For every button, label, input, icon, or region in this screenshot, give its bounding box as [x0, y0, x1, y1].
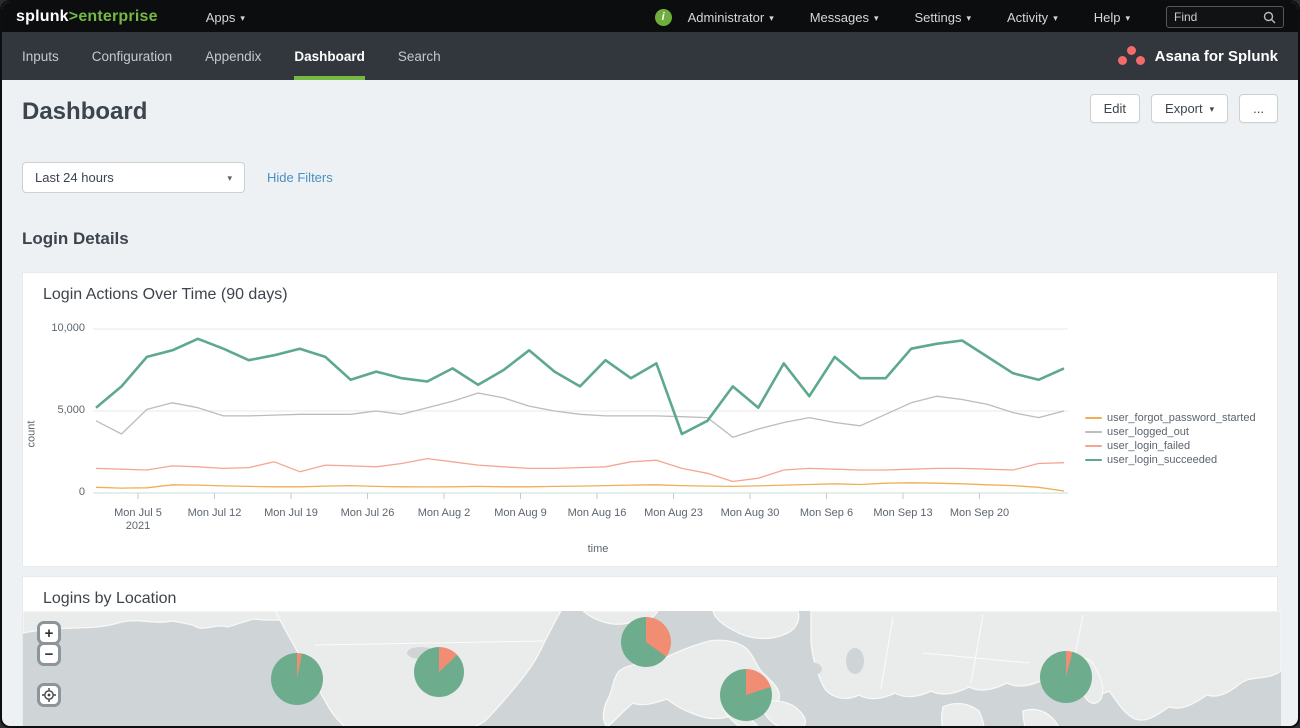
menu-activity[interactable]: Activity ▾: [1007, 10, 1058, 25]
menu-label: Messages: [810, 10, 869, 25]
chevron-down-icon: ▾: [227, 174, 232, 183]
tab-inputs[interactable]: Inputs: [22, 32, 59, 80]
chart-legend: user_forgot_password_started user_logged_…: [1085, 412, 1256, 468]
legend-item-user_login_failed[interactable]: user_login_failed: [1085, 440, 1256, 452]
page-header: Dashboard Edit Export ▾ ...: [2, 80, 1298, 126]
more-actions-button[interactable]: ...: [1239, 94, 1278, 123]
menu-help[interactable]: Help ▾: [1094, 10, 1130, 25]
edit-button[interactable]: Edit: [1090, 94, 1140, 123]
legend-label: user_logged_out: [1107, 426, 1189, 438]
series-line-user_forgot_password_started[interactable]: [96, 483, 1064, 491]
app-nav-bar: Inputs Configuration Appendix Dashboard Sear…: [2, 32, 1298, 80]
apps-menu-label: Apps: [206, 10, 236, 25]
logins-map-panel: Logins by Location: [22, 576, 1278, 728]
menu-label: Settings: [915, 10, 962, 25]
y-axis-label: count: [25, 421, 37, 448]
y-tick-label: 5,000: [39, 404, 85, 416]
hide-filters-link[interactable]: Hide Filters: [267, 170, 333, 185]
legend-item-user_login_succeeded[interactable]: user_login_succeeded: [1085, 454, 1256, 466]
chart-panel-title: Login Actions Over Time (90 days): [43, 286, 288, 304]
page-title: Dashboard: [22, 94, 147, 126]
export-button-label: Export: [1165, 101, 1203, 116]
menu-label: Activity: [1007, 10, 1048, 25]
more-actions-icon: ...: [1253, 101, 1264, 116]
filter-row: Last 24 hours ▾ Hide Filters: [22, 162, 1278, 193]
legend-item-user_forgot_password_started[interactable]: user_forgot_password_started: [1085, 412, 1256, 424]
app-identity: Asana for Splunk: [1118, 32, 1278, 80]
y-tick-label: 10,000: [39, 322, 85, 334]
header-buttons: Edit Export ▾ ...: [1090, 94, 1278, 123]
menu-label: Administrator: [688, 10, 765, 25]
find-search-input[interactable]: [1174, 10, 1263, 24]
login-pie-western-europe[interactable]: [621, 617, 671, 667]
topnav-menus: Administrator▾Messages▾Settings▾Activity…: [688, 10, 1166, 25]
time-range-value: Last 24 hours: [35, 170, 114, 185]
chevron-down-icon: ▾: [874, 14, 879, 23]
tab-configuration[interactable]: Configuration: [92, 32, 172, 80]
appbar-spacer: [474, 32, 1118, 80]
chevron-down-icon: ▾: [1053, 14, 1058, 23]
legend-swatch: [1085, 459, 1102, 461]
tab-appendix[interactable]: Appendix: [205, 32, 261, 80]
legend-label: user_login_failed: [1107, 440, 1190, 452]
find-search-box[interactable]: [1166, 6, 1284, 28]
notifications-info-icon[interactable]: i: [655, 9, 672, 26]
map-zoom-in-button[interactable]: +: [37, 621, 61, 645]
menu-label: Help: [1094, 10, 1121, 25]
chevron-down-icon: ▾: [1210, 105, 1215, 114]
line-chart-plot[interactable]: [93, 319, 1068, 501]
app-name-label: Asana for Splunk: [1155, 48, 1278, 65]
map-controls: + −: [37, 621, 61, 707]
login-actions-chart-panel: Login Actions Over Time (90 days) count …: [22, 272, 1278, 567]
legend-item-user_logged_out[interactable]: user_logged_out: [1085, 426, 1256, 438]
map-panel-title: Logins by Location: [43, 590, 176, 608]
y-tick-label: 0: [39, 486, 85, 498]
tab-dashboard[interactable]: Dashboard: [294, 32, 365, 80]
asana-logo-icon: [1118, 46, 1145, 66]
time-range-picker[interactable]: Last 24 hours ▾: [22, 162, 245, 193]
login-pie-japan[interactable]: [1040, 651, 1092, 703]
crosshair-icon: [42, 688, 56, 702]
x-axis-label: time: [553, 543, 643, 555]
tab-search[interactable]: Search: [398, 32, 441, 80]
section-title: Login Details: [22, 229, 1278, 249]
export-button[interactable]: Export ▾: [1151, 94, 1228, 123]
chevron-down-icon: ▾: [240, 14, 245, 23]
legend-label: user_forgot_password_started: [1107, 412, 1256, 424]
splunk-logo-product: enterprise: [78, 8, 157, 25]
top-nav-bar: splunk>enterprise Apps ▾ i Administrator…: [2, 2, 1298, 32]
series-line-user_logged_out[interactable]: [96, 393, 1064, 437]
menu-administrator[interactable]: Administrator ▾: [688, 10, 774, 25]
chevron-down-icon: ▾: [966, 14, 971, 23]
splunk-dashboard-screen: splunk>enterprise Apps ▾ i Administrator…: [0, 0, 1300, 728]
menu-settings[interactable]: Settings ▾: [915, 10, 972, 25]
series-line-user_login_failed[interactable]: [96, 459, 1064, 482]
x-tick-label: Mon Sep 20: [934, 507, 1026, 520]
search-icon: [1263, 11, 1276, 24]
login-pie-us-east[interactable]: [414, 647, 464, 697]
app-tabs: Inputs Configuration Appendix Dashboard Sear…: [22, 32, 474, 80]
login-pie-southern-europe[interactable]: [720, 669, 772, 721]
login-pie-us-west[interactable]: [271, 653, 323, 705]
chevron-down-icon: ▾: [769, 14, 774, 23]
legend-label: user_login_succeeded: [1107, 454, 1217, 466]
splunk-logo-gt: >: [69, 8, 79, 25]
apps-menu[interactable]: Apps ▾: [206, 10, 245, 25]
map-locate-button[interactable]: [37, 683, 61, 707]
legend-swatch: [1085, 431, 1102, 433]
series-line-user_login_succeeded[interactable]: [96, 339, 1064, 434]
map-zoom-out-button[interactable]: −: [37, 642, 61, 666]
menu-messages[interactable]: Messages ▾: [810, 10, 879, 25]
splunk-logo-word: splunk: [16, 8, 69, 25]
legend-swatch: [1085, 445, 1102, 447]
splunk-logo[interactable]: splunk>enterprise: [16, 8, 158, 26]
legend-swatch: [1085, 417, 1102, 419]
chevron-down-icon: ▾: [1125, 14, 1130, 23]
world-map[interactable]: [23, 611, 1281, 728]
edit-button-label: Edit: [1104, 101, 1126, 116]
